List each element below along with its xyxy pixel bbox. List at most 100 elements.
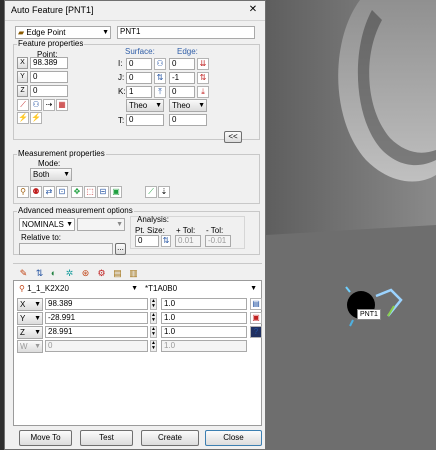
analysis-settings-icon[interactable]: ⇅ <box>161 235 171 247</box>
plus-tol-field[interactable]: 0.01 <box>175 235 201 247</box>
axis-select-w[interactable]: W ▼ <box>17 340 43 353</box>
tab-report-icon[interactable]: ▤ <box>111 267 124 280</box>
find-hole-icon[interactable]: ⊡ <box>56 186 68 198</box>
read-point-icon[interactable]: ⟋ <box>145 186 157 198</box>
spin-down-icon[interactable]: ▼ <box>151 346 156 351</box>
tab-export-icon[interactable]: ▥ <box>127 267 140 280</box>
j-label: J: <box>118 73 125 82</box>
spin-down-icon[interactable]: ▼ <box>151 304 156 309</box>
axis-size-field[interactable]: 1.0 <box>161 326 247 338</box>
auto-wrist-icon[interactable]: ⚲ <box>17 186 29 198</box>
axis-size-field[interactable]: 1.0 <box>161 312 247 324</box>
value-spinner[interactable]: ▲ ▼ <box>150 326 157 338</box>
feature-name-field[interactable]: PNT1 <box>117 26 255 39</box>
surface-i-field[interactable]: 0 <box>126 58 152 70</box>
relative-to-label: Relative to: <box>21 233 62 242</box>
point-graph-icon[interactable]: ⟋ <box>17 99 29 111</box>
surface-mode-select[interactable]: Theo ▼ <box>126 99 164 112</box>
value-spinner[interactable]: ▲ ▼ <box>150 298 157 310</box>
vector-point-icon[interactable]: ⇢ <box>43 99 55 111</box>
spin-down-icon[interactable]: ▼ <box>151 332 156 337</box>
y-axis-button[interactable]: Y <box>17 71 28 83</box>
axis-select-z[interactable]: Z ▼ <box>17 326 43 339</box>
create-button[interactable]: Create <box>141 430 199 446</box>
tip-angle-select[interactable]: *T1A0B0 ▼ <box>143 283 258 296</box>
chevron-down-icon: ▼ <box>34 315 41 322</box>
edge-point-icon: ▰ <box>18 28 25 37</box>
auto-move-icon[interactable]: ⇄ <box>43 186 55 198</box>
flip-surface-icon[interactable]: ⇅ <box>154 72 166 84</box>
read-position-icon[interactable]: ⚡ <box>17 112 29 124</box>
point-y-field[interactable]: 0 <box>30 71 68 83</box>
surface-k-field[interactable]: 1 <box>126 86 152 98</box>
close-window-icon[interactable]: ✕ <box>247 5 259 17</box>
mode-select[interactable]: Both ▼ <box>30 168 72 181</box>
vector-display-icon[interactable]: ⇣ <box>158 186 170 198</box>
edge-vector-icon[interactable]: ⤓ <box>197 86 209 98</box>
chevron-down-icon: ▼ <box>34 343 41 350</box>
edge-mode-select[interactable]: Theo ▼ <box>169 99 207 112</box>
tab-target-icon[interactable]: ⊛ <box>79 267 92 280</box>
tab-probe-icon[interactable]: ✎ <box>17 267 30 280</box>
t-edge-field[interactable]: 0 <box>169 114 207 126</box>
chevron-down-icon: ▼ <box>155 102 162 109</box>
clearance-icon[interactable]: ⊟ <box>97 186 109 198</box>
t-surface-field[interactable]: 0 <box>126 114 164 126</box>
close-button[interactable]: Close <box>205 430 262 446</box>
surface-vector-icon[interactable]: ⤒ <box>154 86 166 98</box>
point-x-field[interactable]: 98.389 <box>30 57 68 69</box>
tab-sphere-icon[interactable]: ◐ <box>47 267 60 280</box>
axis-value-field[interactable]: 28.991 <box>45 326 148 338</box>
edge-i-field[interactable]: 0 <box>169 58 195 70</box>
axis-size-field[interactable]: 1.0 <box>161 340 247 352</box>
find-nominal-icon[interactable]: ⚇ <box>30 99 42 111</box>
t-label: T: <box>118 116 125 125</box>
avoidance-move-icon[interactable]: ⬚ <box>84 186 96 198</box>
x-axis-button[interactable]: X <box>17 57 28 69</box>
value-spinner[interactable]: ▲ ▼ <box>150 312 157 324</box>
viewport-point-label[interactable]: PNT1 <box>357 309 381 320</box>
axis-label: W <box>20 342 28 351</box>
z-axis-button[interactable]: Z <box>17 85 28 97</box>
surface-j-field[interactable]: 0 <box>126 72 152 84</box>
axis-label: X <box>20 300 26 309</box>
grid-icon[interactable]: ▦ <box>56 99 68 111</box>
auto-feature-dialog: Auto Feature [PNT1] ✕ ▰ Edge Point ▼ PNT… <box>4 0 266 450</box>
test-button[interactable]: Test <box>80 430 133 446</box>
nominals-option-select[interactable]: ▼ <box>77 218 125 231</box>
axis-select-x[interactable]: X ▼ <box>17 298 43 311</box>
pt-size-field[interactable]: 0 <box>135 235 159 247</box>
axis-value-field[interactable]: 98.389 <box>45 298 148 310</box>
sample-hits-icon[interactable]: ✥ <box>71 186 83 198</box>
relative-to-browse-button[interactable]: ... <box>115 243 126 255</box>
measure-now-icon[interactable]: ▣ <box>110 186 122 198</box>
nominals-select[interactable]: NOMINALS ▼ <box>19 218 75 231</box>
probe-help-icon[interactable]: ? <box>250 326 262 338</box>
value-spinner[interactable]: ▲ ▼ <box>150 340 157 352</box>
tab-filter-icon[interactable]: ⚙ <box>95 267 108 280</box>
edge-k-field[interactable]: 0 <box>169 86 195 98</box>
minus-tol-field[interactable]: -0.01 <box>205 235 231 247</box>
flip-edge-icon[interactable]: ⇅ <box>197 72 209 84</box>
tab-contact-icon[interactable]: ✲ <box>63 267 76 280</box>
point-only-icon[interactable]: ⚡ <box>30 112 42 124</box>
tab-hits-icon[interactable]: ⇅ <box>33 267 46 280</box>
spin-down-icon[interactable]: ▼ <box>151 318 156 323</box>
probe-tip-select[interactable]: ⚲ 1_1_K2X20 ▼ <box>17 283 139 296</box>
edge-normal-icon[interactable]: ⇊ <box>197 58 209 70</box>
show-hits-icon[interactable]: ⚉ <box>30 186 42 198</box>
axis-size-field[interactable]: 1.0 <box>161 298 247 310</box>
point-z-field[interactable]: 0 <box>30 85 68 97</box>
probe-settings-icon[interactable]: ▤ <box>250 298 262 310</box>
move-to-button[interactable]: Move To <box>19 430 72 446</box>
axis-select-y[interactable]: Y ▼ <box>17 312 43 325</box>
relative-to-field[interactable] <box>19 243 113 255</box>
axis-value-field[interactable]: 0 <box>45 340 148 352</box>
feature-type-select[interactable]: ▰ Edge Point ▼ <box>15 26 111 39</box>
axis-value-field[interactable]: -28.991 <box>45 312 148 324</box>
probe-readout-icon[interactable]: ▣ <box>250 312 262 324</box>
minus-tol-label: - Tol: <box>206 226 224 235</box>
collapse-button[interactable]: << <box>224 131 242 143</box>
find-vector-icon[interactable]: ⚇ <box>154 58 166 70</box>
edge-j-field[interactable]: -1 <box>169 72 195 84</box>
